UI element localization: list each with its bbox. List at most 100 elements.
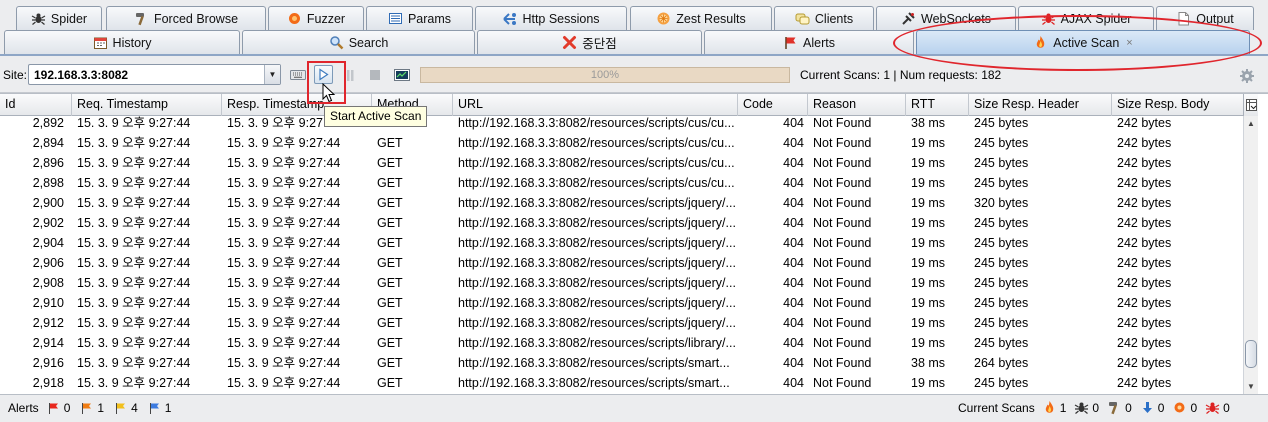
table-header: Id Req. Timestamp Resp. Timestamp Method…	[0, 94, 1243, 116]
chevron-down-icon[interactable]: ▼	[264, 65, 280, 84]
tab-clients[interactable]: Clients	[774, 6, 874, 30]
column-header-reason[interactable]: Reason	[808, 94, 906, 116]
tab-http-sessions[interactable]: Http Sessions	[475, 6, 627, 30]
tab-fuzzer[interactable]: Fuzzer	[268, 6, 364, 30]
medium-alert-flag-icon	[79, 400, 94, 415]
cell-rtt: 19 ms	[911, 136, 946, 150]
cell-size-resp-body: 242 bytes	[1117, 176, 1172, 190]
column-picker-icon	[1245, 99, 1257, 111]
flag-icon	[783, 35, 798, 50]
cell-size-resp-header: 245 bytes	[974, 256, 1029, 270]
table-row[interactable]: 2,894 15. 3. 9 오후 9:27:44 15. 3. 9 오후 9:27…	[0, 133, 1243, 153]
cell-rtt: 19 ms	[911, 296, 946, 310]
table-row[interactable]: 2,904 15. 3. 9 오후 9:27:44 15. 3. 9 오후 9:27…	[0, 233, 1243, 253]
cell-url: http://192.168.3.3:8082/resources/script…	[458, 296, 736, 310]
scan-progress-details-button[interactable]	[392, 65, 412, 85]
table-row[interactable]: 2,914 15. 3. 9 오후 9:27:44 15. 3. 9 오후 9:27…	[0, 333, 1243, 353]
tooltip: Start Active Scan	[324, 106, 428, 127]
stop-scan-button[interactable]	[365, 65, 385, 85]
site-select[interactable]: 192.168.3.3:8082 ▼	[28, 64, 281, 85]
site-label: Site:	[3, 68, 28, 82]
cell-code: 404	[783, 136, 804, 150]
cell-size-resp-body: 242 bytes	[1117, 196, 1172, 210]
tab-alerts[interactable]: Alerts	[704, 30, 914, 54]
cell-code: 404	[783, 196, 804, 210]
tab-label: Fuzzer	[306, 11, 346, 26]
table-row[interactable]: 2,918 15. 3. 9 오후 9:27:44 15. 3. 9 오후 9:27…	[0, 373, 1243, 393]
column-header-rtt[interactable]: RTT	[906, 94, 969, 116]
scrollbar-thumb[interactable]	[1245, 340, 1257, 368]
ajax-spider-scan-icon	[1205, 400, 1220, 415]
column-picker-button[interactable]	[1243, 94, 1258, 116]
cell-req-timestamp: 15. 3. 9 오후 9:27:44	[77, 156, 191, 170]
cell-reason: Not Found	[813, 296, 872, 310]
column-header-id[interactable]: Id	[0, 94, 72, 116]
spider-scan-icon	[1074, 400, 1089, 415]
scan-info: Current Scans: 1 | Num requests: 182	[800, 68, 1002, 82]
tab-params[interactable]: Params	[366, 6, 473, 30]
current-scans-summary: Current Scans 1 0 0 0 0 0	[958, 400, 1230, 415]
table-row[interactable]: 2,900 15. 3. 9 오후 9:27:44 15. 3. 9 오후 9:27…	[0, 193, 1243, 213]
cell-code: 404	[783, 316, 804, 330]
tab-breakpoints[interactable]: 중단점	[477, 30, 702, 54]
params-icon	[388, 11, 403, 26]
tab-label: Zest Results	[676, 11, 746, 26]
keyboard-icon[interactable]	[288, 65, 308, 85]
cell-id: 2,906	[32, 256, 64, 270]
table-row[interactable]: 2,898 15. 3. 9 오후 9:27:44 15. 3. 9 오후 9:27…	[0, 173, 1243, 193]
table-body: 2,892 15. 3. 9 오후 9:27:44 15. 3. 9 오후 9:27…	[0, 116, 1243, 394]
tab-label: History	[112, 35, 152, 50]
cell-req-timestamp: 15. 3. 9 오후 9:27:44	[77, 376, 191, 390]
table-row[interactable]: 2,896 15. 3. 9 오후 9:27:44 15. 3. 9 오후 9:27…	[0, 153, 1243, 173]
low-alert-count: 4	[131, 400, 138, 415]
column-header-code[interactable]: Code	[738, 94, 808, 116]
tab-history[interactable]: History	[4, 30, 240, 54]
cell-url: http://192.168.3.3:8082/resources/script…	[458, 336, 736, 350]
tab-forced-browse[interactable]: Forced Browse	[106, 6, 266, 30]
table-row[interactable]: 2,908 15. 3. 9 오후 9:27:44 15. 3. 9 오후 9:27…	[0, 273, 1243, 293]
cell-size-resp-header: 245 bytes	[974, 216, 1029, 230]
cell-resp-timestamp: 15. 3. 9 오후 9:27:44	[227, 156, 341, 170]
tab-label: Search	[348, 35, 389, 50]
options-gear-button[interactable]	[1238, 67, 1256, 85]
table-row[interactable]: 2,892 15. 3. 9 오후 9:27:44 15. 3. 9 오후 9:27…	[0, 116, 1243, 133]
high-alert-count: 0	[63, 400, 71, 415]
status-bar: Alerts 0 1 4 1 Current Scans 1 0 0 0 0 0	[0, 396, 1268, 422]
cell-reason: Not Found	[813, 316, 872, 330]
cell-size-resp-header: 320 bytes	[974, 196, 1029, 210]
table-row[interactable]: 2,910 15. 3. 9 오후 9:27:44 15. 3. 9 오후 9:27…	[0, 293, 1243, 313]
table-row[interactable]: 2,902 15. 3. 9 오후 9:27:44 15. 3. 9 오후 9:27…	[0, 213, 1243, 233]
table-row[interactable]: 2,912 15. 3. 9 오후 9:27:44 15. 3. 9 오후 9:27…	[0, 313, 1243, 333]
table-row[interactable]: 2,906 15. 3. 9 오후 9:27:44 15. 3. 9 오후 9:27…	[0, 253, 1243, 273]
cell-code: 404	[783, 216, 804, 230]
column-header-size-resp-header[interactable]: Size Resp. Header	[969, 94, 1112, 116]
cell-code: 404	[783, 356, 804, 370]
tab-search[interactable]: Search	[242, 30, 475, 54]
column-header-url[interactable]: URL	[453, 94, 738, 116]
cell-method: GET	[377, 336, 403, 350]
cell-req-timestamp: 15. 3. 9 오후 9:27:44	[77, 116, 191, 130]
cell-rtt: 19 ms	[911, 156, 946, 170]
low-alert-flag-icon	[113, 400, 128, 415]
cell-size-resp-body: 242 bytes	[1117, 236, 1172, 250]
tab-zest-results[interactable]: Zest Results	[630, 6, 772, 30]
scroll-down-icon[interactable]: ▼	[1244, 379, 1258, 393]
cell-req-timestamp: 15. 3. 9 오후 9:27:44	[77, 316, 191, 330]
table-row[interactable]: 2,916 15. 3. 9 오후 9:27:44 15. 3. 9 오후 9:27…	[0, 353, 1243, 373]
scan-progress-bar: 100%	[420, 67, 790, 83]
scroll-up-icon[interactable]: ▲	[1244, 116, 1258, 130]
cell-code: 404	[783, 376, 804, 390]
calendar-icon	[93, 35, 108, 50]
cell-size-resp-body: 242 bytes	[1117, 296, 1172, 310]
cell-req-timestamp: 15. 3. 9 오후 9:27:44	[77, 336, 191, 350]
cell-url: http://192.168.3.3:8082/resources/script…	[458, 376, 730, 390]
tab-spider[interactable]: Spider	[16, 6, 102, 30]
column-header-req-timestamp[interactable]: Req. Timestamp	[72, 94, 222, 116]
vertical-scrollbar[interactable]: ▲ ▼	[1243, 116, 1258, 394]
column-header-size-resp-body[interactable]: Size Resp. Body	[1112, 94, 1243, 116]
cell-url: http://192.168.3.3:8082/resources/script…	[458, 196, 736, 210]
tab-label: Alerts	[803, 35, 835, 50]
cell-req-timestamp: 15. 3. 9 오후 9:27:44	[77, 136, 191, 150]
fuzzer-icon	[287, 11, 302, 26]
cell-resp-timestamp: 15. 3. 9 오후 9:27:44	[227, 236, 341, 250]
